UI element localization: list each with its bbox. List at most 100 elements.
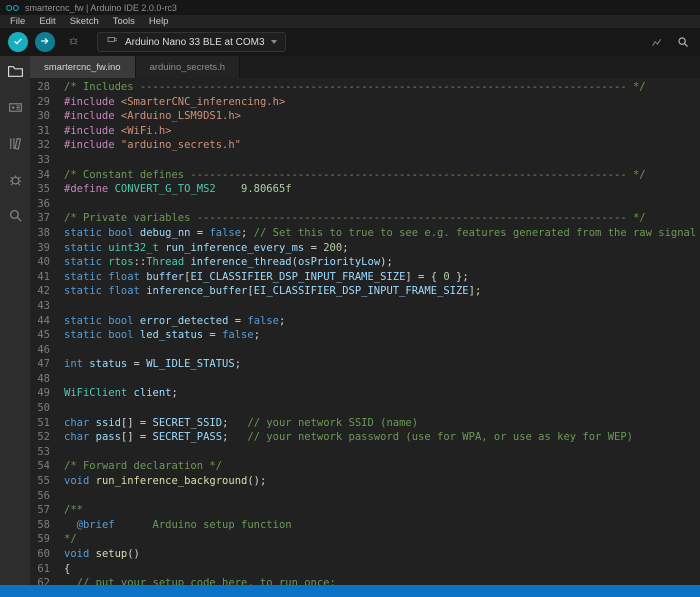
line-number: 36 xyxy=(34,197,50,212)
line-number: 50 xyxy=(34,401,50,416)
window-title: smartercnc_fw | Arduino IDE 2.0.0-rc3 xyxy=(25,3,177,13)
debug-bug-icon xyxy=(67,34,80,50)
line-number: 43 xyxy=(34,299,50,314)
code-editor[interactable]: 28/* Includes --------------------------… xyxy=(30,78,700,585)
code-line[interactable]: 49WiFiClient client; xyxy=(34,386,700,401)
serial-monitor-icon[interactable] xyxy=(676,35,690,49)
code-line[interactable]: 29 #include <SmarterCNC_inferencing.h> xyxy=(34,95,700,110)
code-line[interactable]: 43 xyxy=(34,299,700,314)
code-text: */ xyxy=(64,532,77,547)
code-line[interactable]: 35#define CONVERT_G_TO_MS2 9.80665f xyxy=(34,182,700,197)
code-line[interactable]: 58 @brief Arduino setup function xyxy=(34,518,700,533)
code-line[interactable]: 31#include <WiFi.h> xyxy=(34,124,700,139)
line-number: 29 xyxy=(34,95,50,110)
code-text: static bool led_status = false; xyxy=(64,328,260,343)
code-line[interactable]: 60void setup() xyxy=(34,547,700,562)
chevron-down-icon xyxy=(271,40,277,44)
sidebar-item-sketchbook[interactable] xyxy=(6,65,24,83)
checkmark-icon xyxy=(12,35,24,50)
menu-file[interactable]: File xyxy=(3,16,32,27)
board-selector[interactable]: Arduino Nano 33 BLE at COM3 xyxy=(97,32,286,52)
code-line[interactable]: 62 // put your setup code here, to run o… xyxy=(34,576,700,585)
code-line[interactable]: 33 xyxy=(34,153,700,168)
code-line[interactable]: 61{ xyxy=(34,562,700,577)
title-bar: smartercnc_fw | Arduino IDE 2.0.0-rc3 xyxy=(0,0,700,15)
line-number: 61 xyxy=(34,562,50,577)
code-text: @brief Arduino setup function xyxy=(64,518,292,533)
code-line[interactable]: 54/* Forward declaration */ xyxy=(34,459,700,474)
code-text: WiFiClient client; xyxy=(64,386,178,401)
code-line[interactable]: 32#include "arduino_secrets.h" xyxy=(34,138,700,153)
code-line[interactable]: 41static float buffer[EI_CLASSIFIER_DSP_… xyxy=(34,270,700,285)
code-line[interactable]: 52 char pass[] = SECRET_PASS; // your net… xyxy=(34,430,700,445)
code-text: char pass[] = SECRET_PASS; // your netwo… xyxy=(64,430,633,445)
board-chip-icon xyxy=(7,99,24,121)
code-line[interactable]: 40 static rtos::Thread inference_thread(o… xyxy=(34,255,700,270)
code-line[interactable]: 56 xyxy=(34,489,700,504)
line-number: 52 xyxy=(34,430,50,445)
toolbar: Arduino Nano 33 BLE at COM3 xyxy=(0,28,700,56)
menu-bar: FileEditSketchToolsHelp xyxy=(0,15,700,28)
code-line[interactable]: 53 xyxy=(34,445,700,460)
code-text: static bool debug_nn = false; // Set thi… xyxy=(64,226,696,241)
sidebar-item-boards-manager[interactable] xyxy=(6,101,24,119)
code-line[interactable]: 38static bool debug_nn = false; // Set t… xyxy=(34,226,700,241)
line-number: 62 xyxy=(34,576,50,585)
code-text: int status = WL_IDLE_STATUS; xyxy=(64,357,241,372)
code-text: /* Includes ----------------------------… xyxy=(64,80,646,95)
code-line[interactable]: 30#include <Arduino_LSM9DS1.h> xyxy=(34,109,700,124)
code-text: static float buffer[EI_CLASSIFIER_DSP_IN… xyxy=(64,270,469,285)
verify-button[interactable] xyxy=(8,32,28,52)
code-line[interactable]: 55void run_inference_background(); xyxy=(34,474,700,489)
code-line[interactable]: 46 xyxy=(34,343,700,358)
sidebar-item-debugger[interactable] xyxy=(6,173,24,191)
code-text: static rtos::Thread inference_thread(osP… xyxy=(64,255,393,270)
tab-label: smartercnc_fw.ino xyxy=(44,62,121,73)
line-number: 53 xyxy=(34,445,50,460)
line-number: 48 xyxy=(34,372,50,387)
sidebar-item-library-manager[interactable] xyxy=(6,137,24,155)
folder-icon xyxy=(7,63,24,85)
code-line[interactable]: 37/* Private variables -----------------… xyxy=(34,211,700,226)
tab-label: arduino_secrets.h xyxy=(150,62,226,73)
serial-plotter-icon[interactable] xyxy=(651,36,664,49)
workbench: smartercnc_fw.ino arduino_secrets.h 28/*… xyxy=(0,56,700,585)
line-number: 40 xyxy=(34,255,50,270)
debug-button[interactable] xyxy=(64,33,82,51)
code-line[interactable]: 59*/ xyxy=(34,532,700,547)
code-line[interactable]: 50 xyxy=(34,401,700,416)
line-number: 30 xyxy=(34,109,50,124)
line-number: 39 xyxy=(34,241,50,256)
code-line[interactable]: 57/** xyxy=(34,503,700,518)
code-text: /* Constant defines --------------------… xyxy=(64,168,646,183)
line-number: 56 xyxy=(34,489,50,504)
menu-help[interactable]: Help xyxy=(142,16,176,27)
code-text: #include <SmarterCNC_inferencing.h> xyxy=(64,95,285,110)
menu-tools[interactable]: Tools xyxy=(106,16,142,27)
code-line[interactable]: 39static uint32_t run_inference_every_ms… xyxy=(34,241,700,256)
line-number: 57 xyxy=(34,503,50,518)
code-line[interactable]: 47int status = WL_IDLE_STATUS; xyxy=(34,357,700,372)
code-line[interactable]: 36 xyxy=(34,197,700,212)
code-line[interactable]: 42static float inference_buffer[EI_CLASS… xyxy=(34,284,700,299)
upload-button[interactable] xyxy=(35,32,55,52)
code-text: /* Forward declaration */ xyxy=(64,459,222,474)
bug-icon xyxy=(7,171,24,193)
tab-smartercnc-fw-ino[interactable]: smartercnc_fw.ino xyxy=(30,56,136,78)
code-line[interactable]: 28/* Includes --------------------------… xyxy=(34,80,700,95)
code-line[interactable]: 44static bool error_detected = false; xyxy=(34,314,700,329)
arduino-ide-window: smartercnc_fw | Arduino IDE 2.0.0-rc3 Fi… xyxy=(0,0,700,597)
code-line[interactable]: 45static bool led_status = false; xyxy=(34,328,700,343)
code-line[interactable]: 34 /* Constant defines ------------------… xyxy=(34,168,700,183)
line-number: 34 xyxy=(34,168,50,183)
toolbar-right-group xyxy=(651,35,692,49)
sidebar-item-search[interactable] xyxy=(6,209,24,227)
board-selector-label: Arduino Nano 33 BLE at COM3 xyxy=(125,37,265,48)
status-bar xyxy=(0,585,700,597)
code-text: // put your setup code here, to run once… xyxy=(64,576,336,585)
menu-sketch[interactable]: Sketch xyxy=(63,16,106,27)
tab-arduino-secrets-h[interactable]: arduino_secrets.h xyxy=(136,56,241,78)
code-line[interactable]: 48 xyxy=(34,372,700,387)
code-line[interactable]: 51char ssid[] = SECRET_SSID; // your net… xyxy=(34,416,700,431)
menu-edit[interactable]: Edit xyxy=(32,16,62,27)
